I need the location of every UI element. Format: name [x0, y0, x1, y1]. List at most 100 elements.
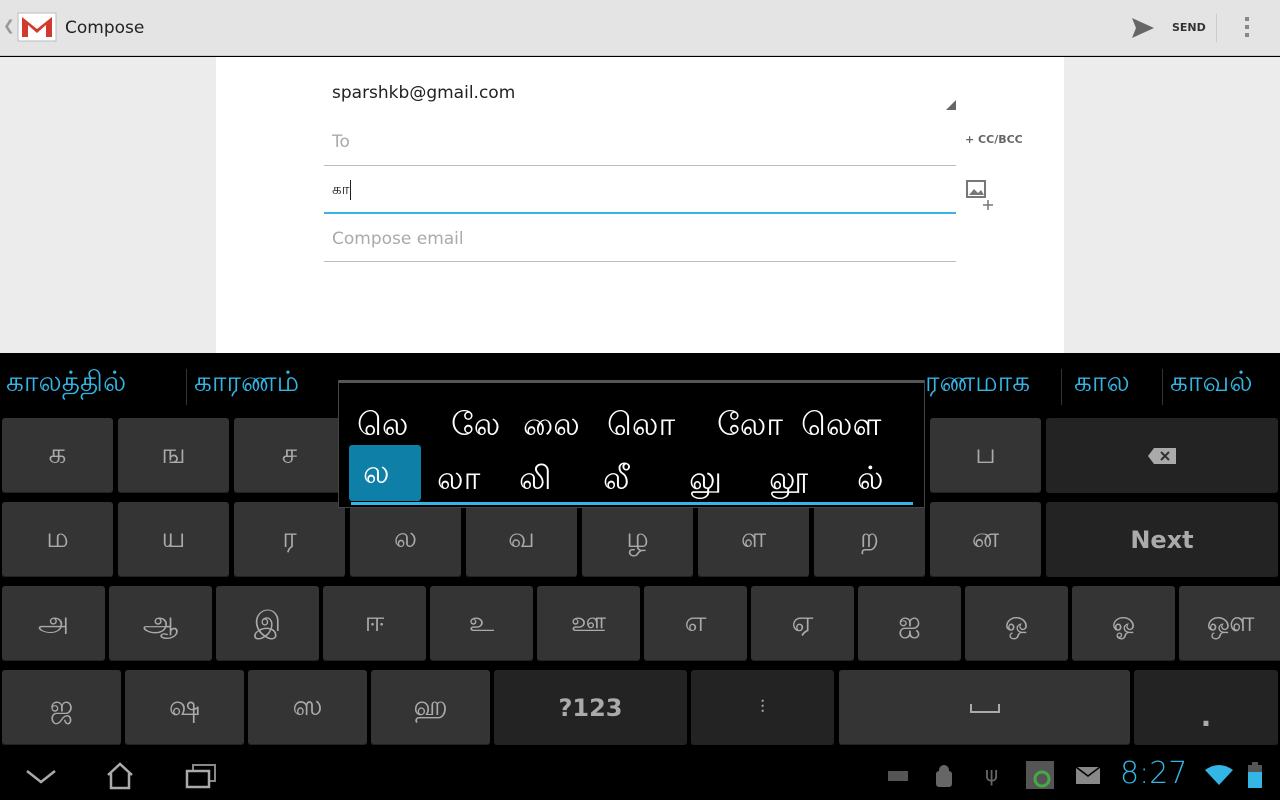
key-label: ஆ [142, 605, 179, 638]
variant-key[interactable]: லீ [603, 459, 630, 501]
key-label: ஊ [570, 605, 607, 638]
recent-apps-icon[interactable] [185, 763, 217, 789]
variant-key[interactable]: லி [519, 459, 552, 501]
key[interactable]: ம [2, 502, 113, 577]
variant-key[interactable]: லு [689, 459, 722, 501]
variant-key[interactable]: லௌ [801, 405, 881, 447]
send-icon [1132, 18, 1154, 38]
key-label: உ [468, 605, 495, 638]
key-label: ச [281, 437, 298, 470]
key-label: இ [253, 605, 282, 638]
variant-key[interactable]: லொ [607, 405, 675, 447]
mail-icon[interactable] [1076, 767, 1100, 784]
variant-key[interactable]: லூ [769, 459, 808, 501]
key-label: ப [975, 437, 996, 470]
key[interactable]: ஊ [537, 586, 640, 661]
key-label: ஸ [292, 689, 323, 722]
key[interactable]: ஆ [109, 586, 212, 661]
variant-key[interactable]: ல் [857, 459, 884, 501]
period-key[interactable]: . [1134, 670, 1278, 745]
key[interactable]: ஔ [1179, 586, 1280, 661]
variant-key[interactable]: லெ [357, 405, 408, 447]
send-button[interactable]: SEND [1130, 16, 1210, 42]
page-title: Compose [65, 18, 145, 38]
variant-key[interactable]: லே [451, 405, 500, 447]
key[interactable]: ன [930, 502, 1041, 577]
key-label: ம [46, 521, 69, 554]
suggestion[interactable]: காரணம் [194, 365, 299, 402]
battery-icon [1248, 762, 1262, 788]
key[interactable]: எ [644, 586, 747, 661]
key-label: ள [740, 521, 767, 554]
key-label: ர [282, 521, 297, 554]
key-label: ற [859, 521, 880, 554]
key[interactable]: ஐ [858, 586, 961, 661]
key[interactable]: ஏ [751, 586, 854, 661]
key-label: ஒ [1004, 605, 1029, 638]
key-label: ஏ [791, 605, 814, 638]
key-label: ன [971, 521, 1000, 554]
key[interactable]: ஹ [371, 670, 490, 745]
to-field[interactable]: To [324, 120, 956, 166]
key[interactable]: ழ [582, 502, 693, 577]
keyboard-icon[interactable] [888, 771, 908, 781]
key[interactable]: ல [350, 502, 461, 577]
suggestion[interactable]: காலத்தில் [6, 365, 126, 402]
key[interactable]: ள [698, 502, 809, 577]
key-label: ஈ [364, 605, 385, 638]
key[interactable]: உ [430, 586, 533, 661]
key[interactable]: ஓ [1072, 586, 1175, 661]
attach-photo-icon[interactable] [966, 180, 998, 210]
key-label: ய [161, 521, 186, 554]
chevron-left-icon[interactable]: ❮ [3, 18, 15, 34]
overflow-icon[interactable] [1245, 17, 1250, 37]
clock[interactable]: 8:27 [1120, 756, 1187, 791]
key[interactable]: ர [234, 502, 345, 577]
key[interactable]: ஷ [125, 670, 244, 745]
screenshot-icon[interactable] [1026, 761, 1054, 789]
key[interactable]: ஜ [2, 670, 121, 745]
subject-field[interactable]: கா [324, 168, 956, 214]
home-icon[interactable] [105, 762, 135, 790]
from-spinner[interactable]: sparshkb@gmail.com [324, 80, 956, 112]
variant-key[interactable]: லோ [717, 405, 783, 447]
key-label: வ [508, 521, 535, 554]
key-label: ?123 [558, 693, 623, 722]
suggestion[interactable]: காவல் [1170, 365, 1253, 402]
space-key[interactable] [839, 670, 1130, 745]
back-icon[interactable] [26, 770, 56, 784]
body-field[interactable]: Compose email [324, 216, 956, 262]
variant-key[interactable]: ல [349, 445, 421, 501]
backspace-key[interactable] [1046, 418, 1278, 493]
key-label: அ [37, 605, 70, 638]
settings-key[interactable]: ⫶ [691, 670, 834, 745]
gmail-icon[interactable] [16, 7, 58, 47]
android-debug-icon[interactable] [934, 765, 954, 789]
popup-underline [351, 502, 913, 505]
key[interactable]: ங [118, 418, 229, 493]
key[interactable]: ஒ [965, 586, 1068, 661]
usb-icon[interactable]: ψ [985, 762, 998, 786]
next-key[interactable]: Next [1046, 502, 1278, 577]
key[interactable]: ஸ [248, 670, 367, 745]
key[interactable]: ச [234, 418, 345, 493]
variant-key[interactable]: லை [523, 405, 580, 447]
suggestion[interactable]: கால [1074, 365, 1130, 402]
key[interactable]: வ [466, 502, 577, 577]
send-label: SEND [1172, 21, 1206, 34]
backspace-icon [1148, 447, 1176, 464]
symbols-key[interactable]: ?123 [494, 670, 687, 745]
spinner-arrow-icon [946, 100, 956, 110]
suggestion[interactable]: ரணமாக [925, 365, 1030, 402]
key[interactable]: ய [118, 502, 229, 577]
divider [1216, 14, 1217, 42]
key[interactable]: இ [216, 586, 319, 661]
key[interactable]: க [2, 418, 113, 493]
cc-bcc-button[interactable]: + CC/BCC [965, 133, 1023, 146]
key[interactable]: ற [814, 502, 925, 577]
variant-key[interactable]: லா [437, 459, 480, 501]
key[interactable]: ஈ [323, 586, 426, 661]
key[interactable]: ப [930, 418, 1041, 493]
action-bar: ❮ Compose SEND [0, 0, 1280, 56]
key[interactable]: அ [2, 586, 105, 661]
